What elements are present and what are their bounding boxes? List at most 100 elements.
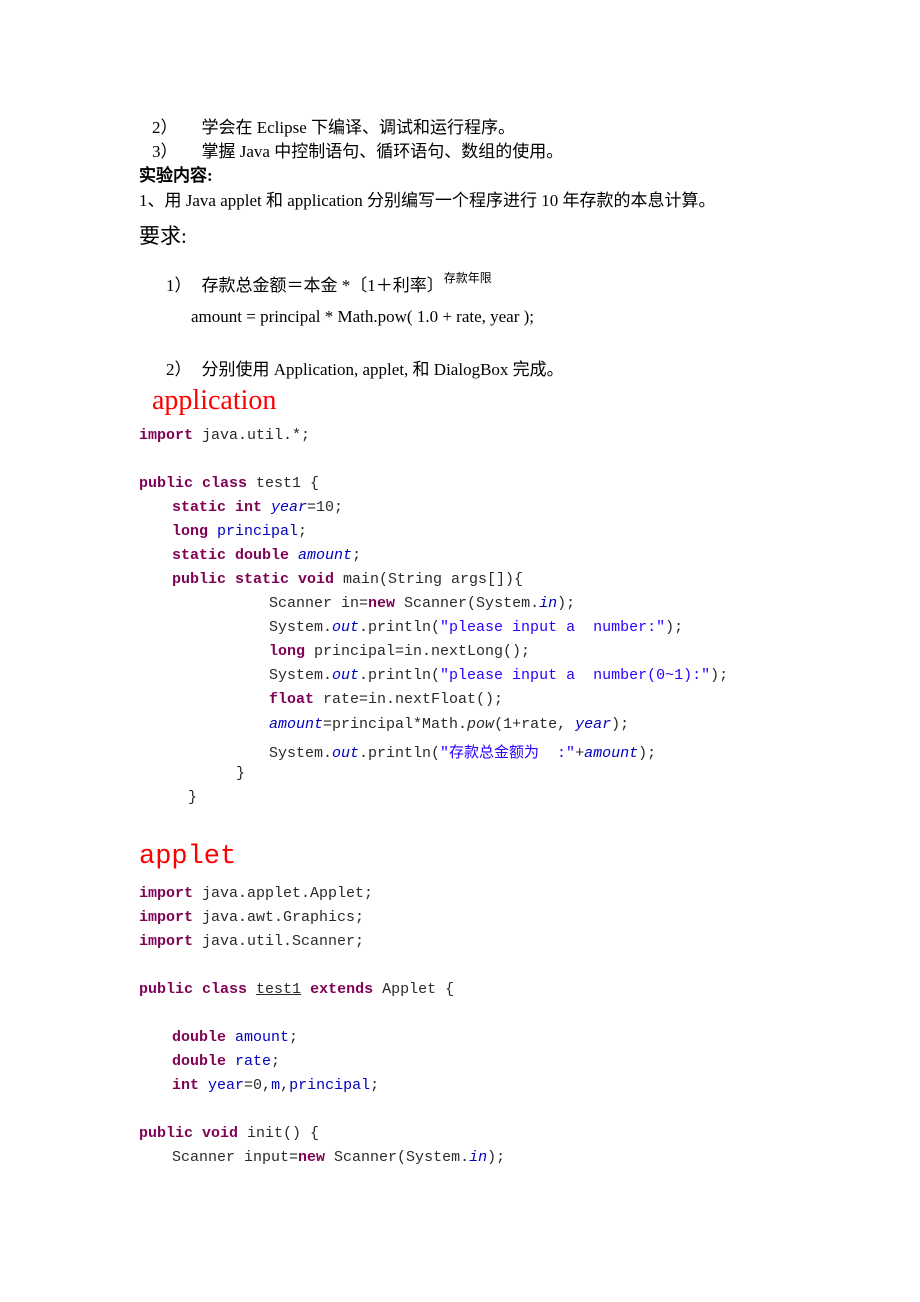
code-text: .println( [359, 667, 441, 684]
code-text: Scanner(System. [395, 595, 540, 612]
code-field: in [469, 1149, 488, 1166]
code-text: ); [487, 1149, 506, 1166]
code-keyword: import [139, 885, 194, 902]
code-line: Scanner input=new Scanner(System.in); [172, 1149, 505, 1166]
code-text: principal=in.nextLong(); [305, 643, 531, 660]
code-keyword: import [139, 909, 194, 926]
code-line: int year=0,m,principal; [172, 1077, 379, 1094]
code-text: ); [638, 745, 657, 762]
code-text: java.util.*; [193, 427, 311, 444]
code-text: System. [269, 667, 333, 684]
code-text: java.applet.Applet; [193, 885, 374, 902]
code-text: (1+rate, [494, 716, 576, 733]
code-text: Applet { [373, 981, 455, 998]
objective-item: 2） 学会在 Eclipse 下编译、调试和运行程序。 [152, 113, 515, 138]
objective-number: 2） [152, 118, 178, 137]
requirement-text: 分别使用 Application, applet, 和 DialogBox 完成… [201, 360, 564, 379]
code-text: =10; [307, 499, 344, 516]
code-string: "please input a number(0~1):" [440, 667, 711, 684]
code-field: out [332, 667, 360, 684]
code-line: System.out.println("存款总金额为 :"+amount); [269, 741, 656, 762]
requirements-heading: 要求: [139, 224, 187, 248]
code-keyword: public void [139, 1125, 239, 1142]
code-keyword: import [139, 427, 194, 444]
code-text: System. [269, 745, 333, 762]
code-text: rate=in.nextFloat(); [314, 691, 504, 708]
objective-text: 掌握 Java 中控制语句、循环语句、数组的使用。 [201, 142, 564, 161]
code-field: year [575, 716, 612, 733]
code-line: public void init() { [139, 1125, 319, 1142]
code-line: import java.awt.Graphics; [139, 909, 364, 926]
code-text: java.util.Scanner; [193, 933, 365, 950]
code-field: m [271, 1077, 281, 1094]
code-text: init() { [238, 1125, 320, 1142]
code-line: import java.applet.Applet; [139, 885, 373, 902]
code-field: amount [235, 1029, 290, 1046]
code-line: float rate=in.nextFloat(); [269, 691, 503, 708]
code-keyword: int [172, 1077, 200, 1094]
code-field: out [332, 619, 360, 636]
code-line: public class test1 extends Applet { [139, 981, 454, 998]
code-text: , [280, 1077, 290, 1094]
code-line: } [188, 789, 198, 806]
code-string: "please input a number:" [440, 619, 666, 636]
code-keyword: extends [310, 981, 374, 998]
code-text: ); [665, 619, 684, 636]
content-heading: 实验内容: [139, 166, 213, 185]
code-field: amount [584, 745, 639, 762]
code-line: double amount; [172, 1029, 298, 1046]
code-text: ); [557, 595, 576, 612]
code-line: import java.util.*; [139, 427, 310, 444]
applet-section-title: applet [139, 842, 237, 872]
code-field: amount [298, 547, 353, 564]
objective-text: 学会在 Eclipse 下编译、调试和运行程序。 [201, 118, 516, 137]
code-line: Scanner in=new Scanner(System.in); [269, 595, 575, 612]
requirement-number: 1） [166, 276, 192, 295]
code-line: long principal; [172, 523, 307, 540]
code-keyword: long [269, 643, 306, 660]
code-text: ; [352, 547, 362, 564]
code-line: double rate; [172, 1053, 280, 1070]
code-line: long principal=in.nextLong(); [269, 643, 530, 660]
code-text: test1 { [247, 475, 320, 492]
objective-number: 3） [152, 142, 178, 161]
objective-item: 3） 掌握 Java 中控制语句、循环语句、数组的使用。 [152, 137, 563, 162]
requirement-item: 2） 分别使用 Application, applet, 和 DialogBox … [166, 355, 564, 380]
formula: amount = principal * Math.pow( 1.0 + rat… [191, 307, 535, 326]
code-keyword: public class [139, 981, 248, 998]
code-line: System.out.println("please input a numbe… [269, 619, 683, 636]
code-text: =0, [244, 1077, 272, 1094]
code-text: =principal*Math. [323, 716, 468, 733]
code-field: principal [289, 1077, 371, 1094]
code-text: ); [710, 667, 729, 684]
code-line: import java.util.Scanner; [139, 933, 364, 950]
code-keyword: double [172, 1053, 227, 1070]
code-keyword: public static void [172, 571, 335, 588]
code-field: rate [235, 1053, 272, 1070]
requirement-number: 2） [166, 360, 192, 379]
requirement-text: 存款总金额＝本金 *〔1＋利率〕 [201, 276, 444, 295]
code-text: .println( [359, 619, 441, 636]
code-keyword: new [368, 595, 396, 612]
code-text: main(String args[]){ [334, 571, 524, 588]
code-text: + [575, 745, 585, 762]
code-text: System. [269, 619, 333, 636]
code-line: static int year=10; [172, 499, 343, 516]
code-line: amount=principal*Math.pow(1+rate, year); [269, 716, 629, 733]
code-text: ; [370, 1077, 380, 1094]
code-keyword: long [172, 523, 209, 540]
code-class-name: test1 [256, 981, 302, 998]
code-text: ); [611, 716, 630, 733]
code-field: amount [269, 716, 324, 733]
code-text: Scanner in= [269, 595, 369, 612]
code-text: java.awt.Graphics; [193, 909, 365, 926]
code-text: .println( [359, 745, 441, 762]
code-keyword: float [269, 691, 315, 708]
requirement-superscript: 存款年限 [443, 271, 492, 285]
code-line: System.out.println("please input a numbe… [269, 667, 728, 684]
code-method: pow [467, 716, 495, 733]
requirement-item: 1） 存款总金额＝本金 *〔1＋利率〕存款年限 [166, 271, 492, 296]
code-keyword: static double [172, 547, 290, 564]
code-text: ; [289, 1029, 299, 1046]
code-text: ; [271, 1053, 281, 1070]
